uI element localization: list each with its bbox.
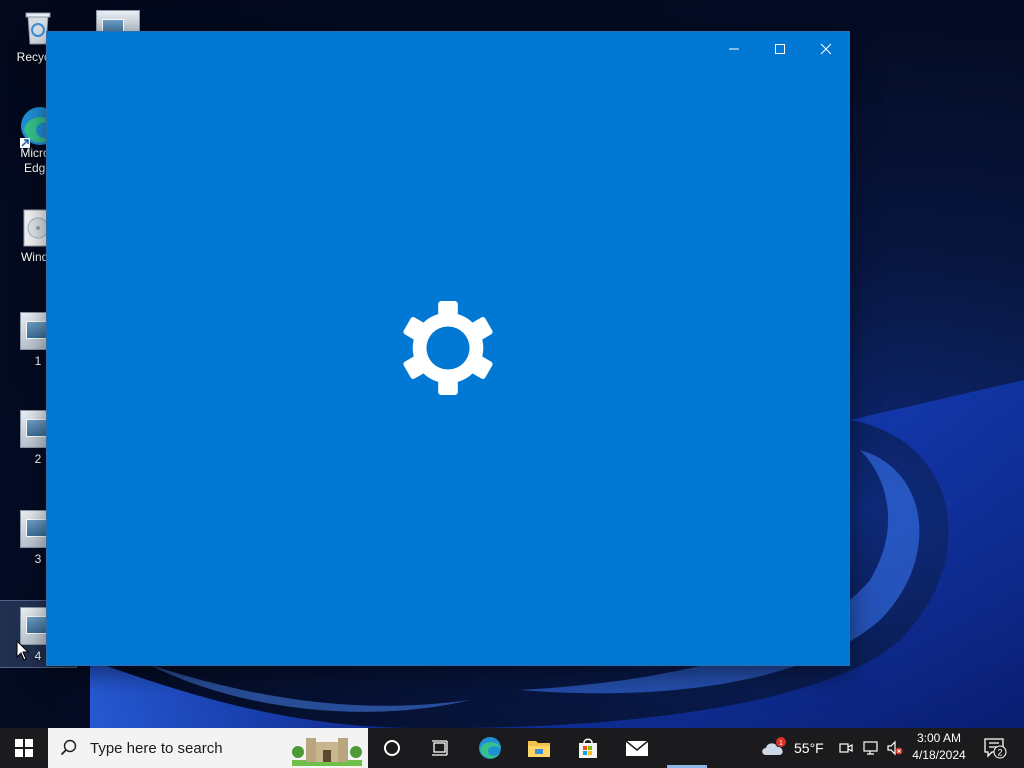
network-icon[interactable] <box>862 740 880 756</box>
mail-icon <box>625 740 649 756</box>
taskbar-store-button[interactable] <box>564 728 612 768</box>
weather-widget[interactable]: 1 55°F <box>760 728 824 768</box>
search-placeholder: Type here to search <box>90 739 223 757</box>
clock-date: 4/18/2024 <box>912 748 966 762</box>
task-view-icon <box>432 740 448 756</box>
window-controls <box>711 32 849 66</box>
maximize-icon <box>775 44 785 54</box>
tray-icons <box>838 728 904 768</box>
cortana-icon <box>384 740 400 756</box>
minimize-icon <box>729 48 739 50</box>
notification-count: 2 <box>997 748 1002 758</box>
taskbar-clock[interactable]: 3:00 AM 4/18/2024 <box>904 730 974 766</box>
cortana-button[interactable] <box>368 728 416 768</box>
clock-time: 3:00 AM <box>916 731 962 745</box>
minimize-button[interactable] <box>711 32 757 66</box>
app-window[interactable] <box>47 32 849 665</box>
folder-icon <box>528 741 550 757</box>
start-button[interactable] <box>0 728 48 768</box>
close-icon <box>820 43 832 55</box>
volume-muted-icon[interactable] <box>886 740 904 756</box>
gear-icon <box>403 300 493 396</box>
close-button[interactable] <box>803 32 849 66</box>
taskbar-edge-button[interactable] <box>466 728 514 768</box>
store-icon <box>579 738 597 758</box>
mouse-cursor-icon <box>16 640 30 661</box>
edge-icon <box>479 737 501 759</box>
task-view-button[interactable] <box>416 728 464 768</box>
cloud-icon: 1 <box>762 737 786 755</box>
taskbar-file-explorer-button[interactable] <box>515 728 563 768</box>
search-highlight-castle-icon <box>292 738 362 766</box>
weather-temperature: 55°F <box>794 740 824 756</box>
windows-logo-icon <box>15 739 33 757</box>
weather-badge: 1 <box>779 740 783 747</box>
taskbar: Type here to search 1 55°F 3:00 AM 4/18/… <box>0 728 1024 768</box>
notification-icon: 2 <box>984 738 1007 759</box>
meet-now-icon[interactable] <box>838 740 854 756</box>
taskbar-mail-button[interactable] <box>613 728 661 768</box>
action-center-button[interactable]: 2 <box>978 728 1012 768</box>
search-icon <box>60 739 77 756</box>
maximize-button[interactable] <box>757 32 803 66</box>
taskbar-search-box[interactable]: Type here to search <box>48 728 368 768</box>
